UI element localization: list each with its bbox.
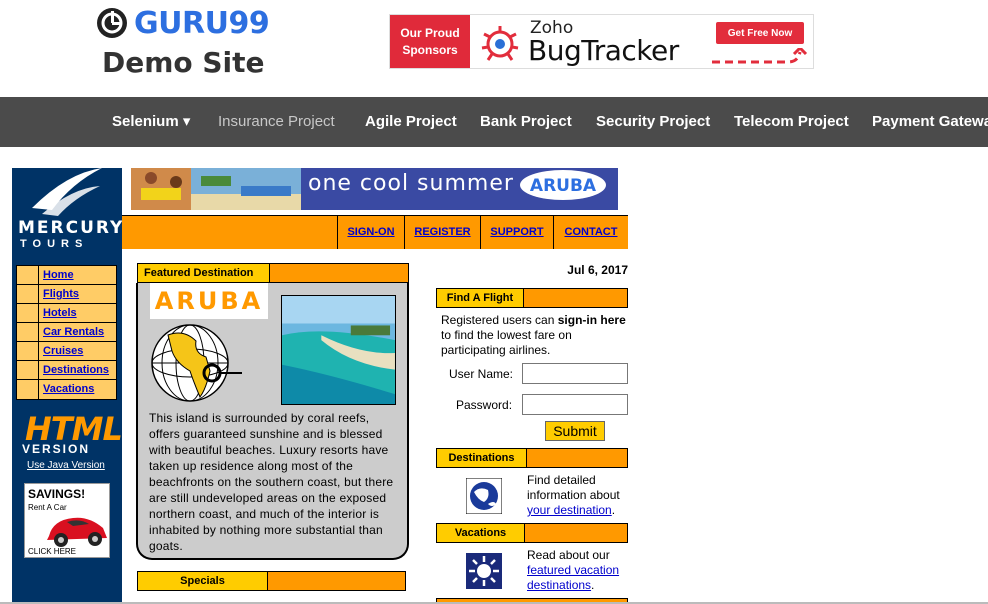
sponsor-product: BugTracker <box>528 34 679 67</box>
home-link[interactable]: Home <box>39 266 116 284</box>
your-destination-link[interactable]: your destination <box>527 503 612 517</box>
menu-row-car-rentals: Car Rentals <box>17 323 116 342</box>
featured-destination-text: This island is surrounded by coral reefs… <box>149 411 394 553</box>
menu-row-hotels: Hotels <box>17 304 116 323</box>
password-input[interactable] <box>522 394 628 415</box>
mercury-title: MERCURY <box>18 218 125 238</box>
mercury-top-nav: SIGN-ON REGISTER SUPPORT CONTACT <box>122 215 628 249</box>
page: GURU99 Demo Site Our Proud Sponsors Zoho… <box>0 0 988 604</box>
html-version-badge: HTML VERSION <box>18 410 123 456</box>
nav-item-security-project[interactable]: Security Project <box>596 97 710 147</box>
arrow-icon <box>712 48 808 64</box>
vacations-label: Vacations <box>437 524 525 542</box>
nav-item-bank-project[interactable]: Bank Project <box>480 97 572 147</box>
hotels-link[interactable]: Hotels <box>39 304 116 322</box>
password-label: Password: <box>456 398 513 412</box>
contact-link[interactable]: CONTACT <box>553 216 628 249</box>
mercury-side-menu: Home Flights Hotels Car Rentals Cruises … <box>16 265 117 400</box>
mercury-subtitle: TOURS <box>20 238 89 250</box>
find-flight-header: Find A Flight <box>436 288 628 308</box>
banner-text: one cool summer <box>308 171 514 196</box>
support-link[interactable]: SUPPORT <box>480 216 553 249</box>
beach-photo <box>131 168 301 210</box>
username-input[interactable] <box>522 363 628 384</box>
get-free-now-button[interactable]: Get Free Now <box>716 22 804 44</box>
nav-item-insurance-project[interactable]: Insurance Project <box>218 97 335 147</box>
menu-row-home: Home <box>17 266 116 285</box>
specials-label: Specials <box>138 572 268 590</box>
register-link[interactable]: REGISTER <box>404 216 480 249</box>
nav-item-agile-project[interactable]: Agile Project <box>365 97 457 147</box>
aruba-logo: ARUBA <box>520 170 606 200</box>
menu-row-cruises: Cruises <box>17 342 116 361</box>
featured-vacation-destinations-link[interactable]: featured vacation destinations <box>527 563 619 592</box>
featured-destination-label: Featured Destination <box>138 264 270 282</box>
bug-icon <box>481 26 519 61</box>
menu-row-flights: Flights <box>17 285 116 304</box>
destinations-header: Destinations <box>436 448 628 468</box>
site-header: GURU99 Demo Site Our Proud Sponsors Zoho… <box>0 0 988 96</box>
vacations-link[interactable]: Vacations <box>39 380 116 399</box>
sign-in-here-text: sign-in here <box>557 313 626 327</box>
sponsor-banner[interactable]: Our Proud Sponsors Zoho BugTracker Get F… <box>389 14 814 69</box>
find-flight-text: Registered users can sign-in here to fin… <box>441 313 626 357</box>
globe-destination-icon <box>466 478 502 514</box>
current-date: Jul 6, 2017 <box>567 263 628 277</box>
submit-button[interactable]: Submit <box>545 421 605 441</box>
aruba-logo-text: ARUBA <box>530 176 597 196</box>
sponsor-label-line2: Sponsors <box>402 42 458 57</box>
find-flight-label: Find A Flight <box>437 289 524 307</box>
sponsor-label: Our Proud Sponsors <box>390 15 470 68</box>
nav-item-telecom-project[interactable]: Telecom Project <box>734 97 849 147</box>
guru99-logo[interactable]: GURU99 Demo Site <box>96 6 276 86</box>
nav-item-selenium[interactable]: Selenium ▾ <box>112 97 190 147</box>
destinations-link[interactable]: Destinations <box>39 361 116 379</box>
menu-row-vacations: Vacations <box>17 380 116 399</box>
nav-item-payment-gateway[interactable]: Payment Gatewa <box>872 97 988 147</box>
aruba-beach-photo <box>281 295 396 405</box>
sign-on-link[interactable]: SIGN-ON <box>337 216 404 249</box>
savings-ad[interactable]: SAVINGS! Rent A Car CLICK HERE <box>24 483 110 558</box>
sun-icon <box>466 553 502 589</box>
specials-header: Specials <box>137 571 406 591</box>
sponsor-label-line1: Our Proud <box>400 25 460 40</box>
globe-icon <box>151 324 242 402</box>
flights-link[interactable]: Flights <box>39 285 116 303</box>
savings-rent: Rent A Car <box>28 503 67 512</box>
main-nav: Selenium ▾ Insurance Project Agile Proje… <box>0 97 988 147</box>
destinations-label: Destinations <box>437 449 527 467</box>
username-label: User Name: <box>449 367 514 381</box>
savings-title: SAVINGS! <box>28 487 86 501</box>
brand-name: GURU99 <box>134 5 270 41</box>
featured-destination-header: Featured Destination <box>137 263 409 283</box>
featured-destination-title: ARUBA <box>150 283 268 319</box>
vacations-text: Read about our featured vacation destina… <box>527 548 620 592</box>
site-subtitle: Demo Site <box>102 46 265 79</box>
destinations-text: Find detailed information about your des… <box>527 473 620 517</box>
use-java-version-link[interactable]: Use Java Version <box>27 460 105 471</box>
summer-banner: one cool summer ARUBA <box>131 168 618 210</box>
html-badge-version: VERSION <box>22 442 91 456</box>
cruises-link[interactable]: Cruises <box>39 342 116 360</box>
guru99-logo-icon <box>97 8 127 38</box>
menu-row-destinations: Destinations <box>17 361 116 380</box>
car-rentals-link[interactable]: Car Rentals <box>39 323 116 341</box>
savings-click: CLICK HERE <box>28 547 77 556</box>
vacations-header: Vacations <box>436 523 628 543</box>
